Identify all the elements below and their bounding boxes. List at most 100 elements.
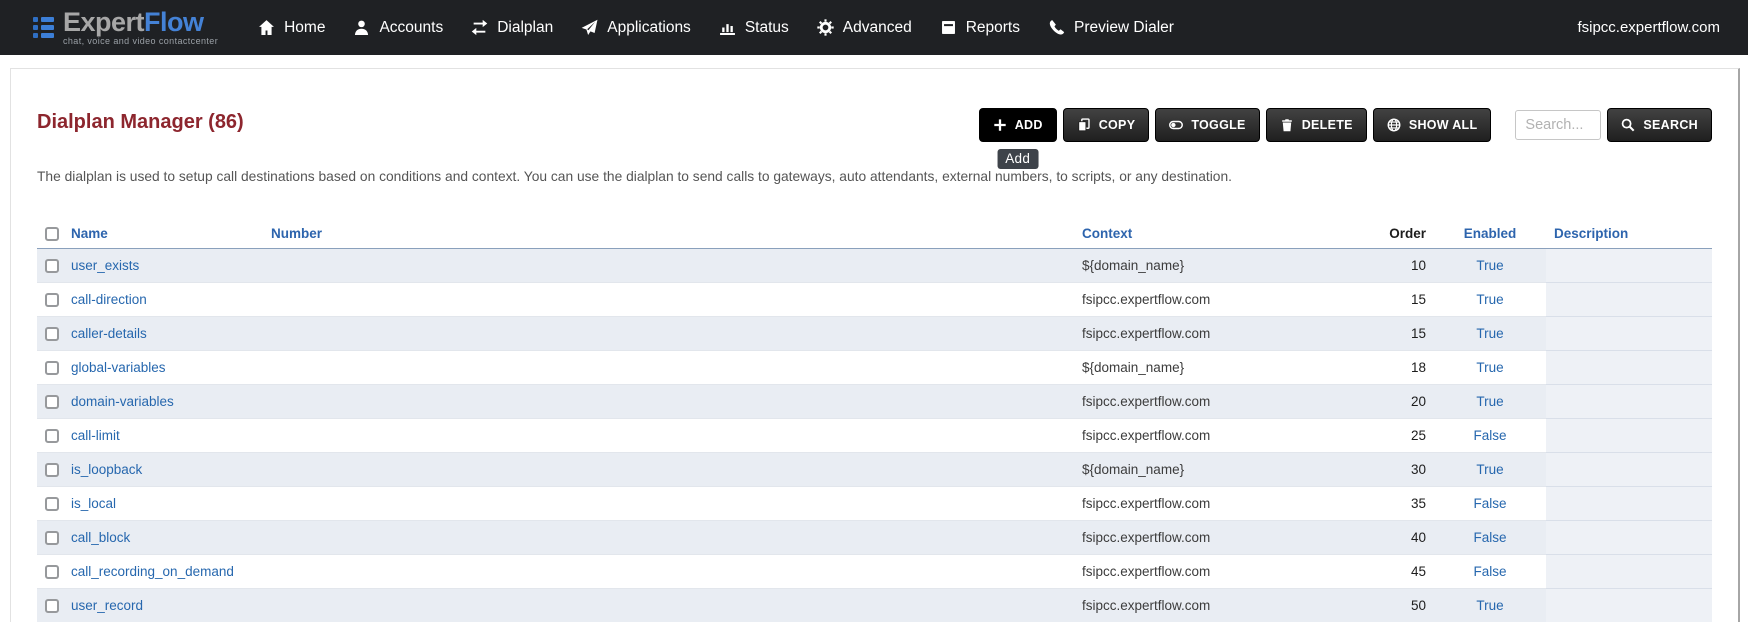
expertflow-logo-icon [33, 17, 54, 38]
row-checkbox[interactable] [45, 463, 59, 477]
context-cell: fsipcc.expertflow.com [1074, 589, 1372, 622]
copy-button[interactable]: COPY [1063, 108, 1150, 142]
row-checkbox[interactable] [45, 565, 59, 579]
description-cell [1546, 589, 1712, 622]
enabled-cell: True [1434, 453, 1546, 487]
row-checkbox[interactable] [45, 259, 59, 273]
dialplan-name-link[interactable]: call_recording_on_demand [71, 564, 234, 579]
dialplan-name-link[interactable]: global-variables [71, 360, 166, 375]
name-cell: user_exists [63, 249, 263, 283]
enabled-cell: True [1434, 283, 1546, 317]
name-cell: call-direction [63, 283, 263, 317]
enabled-link[interactable]: True [1476, 292, 1503, 307]
order-cell: 40 [1372, 521, 1434, 555]
nav-item-preview-dialer[interactable]: Preview Dialer [1048, 19, 1174, 37]
enabled-link[interactable]: True [1476, 462, 1503, 477]
nav-item-accounts[interactable]: Accounts [353, 19, 443, 37]
number-cell [263, 351, 1074, 385]
order-cell: 10 [1372, 249, 1434, 283]
search-icon [1621, 118, 1635, 132]
context-cell: fsipcc.expertflow.com [1074, 521, 1372, 555]
table-row: call_recording_on_demand fsipcc.expertfl… [37, 555, 1712, 589]
enabled-cell: True [1434, 317, 1546, 351]
nav-item-dialplan[interactable]: Dialplan [471, 19, 553, 37]
description-cell [1546, 419, 1712, 453]
name-cell: global-variables [63, 351, 263, 385]
dialplan-name-link[interactable]: caller-details [71, 326, 147, 341]
enabled-link[interactable]: False [1473, 530, 1506, 545]
brand-tagline: chat, voice and video contactcenter [63, 36, 218, 46]
nav-item-reports[interactable]: Reports [940, 19, 1020, 37]
enabled-link[interactable]: True [1476, 394, 1503, 409]
number-cell [263, 419, 1074, 453]
row-checkbox[interactable] [45, 599, 59, 613]
table-row: caller-details fsipcc.expertflow.com 15 … [37, 317, 1712, 351]
dialplan-table-body: user_exists ${domain_name} 10 True call-… [37, 249, 1712, 622]
enabled-link[interactable]: True [1476, 258, 1503, 273]
header-number: Number [263, 219, 1074, 249]
order-cell: 35 [1372, 487, 1434, 521]
row-checkbox[interactable] [45, 395, 59, 409]
dialplan-name-link[interactable]: is_loopback [71, 462, 142, 477]
content-card: Dialplan Manager (86) ADD Add COPY TOGGL… [10, 68, 1740, 622]
name-cell: user_record [63, 589, 263, 622]
toggle-button[interactable]: TOGGLE [1155, 108, 1259, 142]
dialplan-name-link[interactable]: user_record [71, 598, 143, 613]
context-cell: fsipcc.expertflow.com [1074, 419, 1372, 453]
search-input[interactable] [1515, 110, 1601, 140]
enabled-link[interactable]: True [1476, 326, 1503, 341]
applications-paper-plane-icon [581, 19, 598, 36]
description-cell [1546, 249, 1712, 283]
row-checkbox[interactable] [45, 293, 59, 307]
enabled-link[interactable]: True [1476, 360, 1503, 375]
add-button[interactable]: ADD Add [979, 108, 1057, 142]
enabled-cell: False [1434, 419, 1546, 453]
dialplan-name-link[interactable]: call-limit [71, 428, 120, 443]
search-button[interactable]: SEARCH [1607, 108, 1712, 142]
row-checkbox[interactable] [45, 361, 59, 375]
delete-button[interactable]: DELETE [1266, 108, 1367, 142]
page-header: Dialplan Manager (86) ADD Add COPY TOGGL… [37, 99, 1712, 142]
dialplan-name-link[interactable]: call-direction [71, 292, 147, 307]
row-checkbox[interactable] [45, 497, 59, 511]
current-domain[interactable]: fsipcc.expertflow.com [1577, 19, 1720, 36]
table-row: global-variables ${domain_name} 18 True [37, 351, 1712, 385]
row-checkbox-cell [37, 555, 63, 589]
row-checkbox-cell [37, 453, 63, 487]
row-checkbox[interactable] [45, 327, 59, 341]
row-checkbox-cell [37, 351, 63, 385]
order-cell: 15 [1372, 283, 1434, 317]
table-row: domain-variables fsipcc.expertflow.com 2… [37, 385, 1712, 419]
table-row: is_local fsipcc.expertflow.com 35 False [37, 487, 1712, 521]
nav-item-home[interactable]: Home [258, 19, 325, 37]
enabled-link[interactable]: True [1476, 598, 1503, 613]
header-context: Context [1074, 219, 1372, 249]
context-cell: ${domain_name} [1074, 453, 1372, 487]
select-all-checkbox[interactable] [45, 227, 59, 241]
dialplan-name-link[interactable]: user_exists [71, 258, 139, 273]
expertflow-logo[interactable]: ExpertFlow chat, voice and video contact… [33, 9, 218, 46]
number-cell [263, 487, 1074, 521]
enabled-link[interactable]: False [1473, 564, 1506, 579]
nav-item-applications[interactable]: Applications [581, 19, 691, 37]
enabled-link[interactable]: False [1473, 428, 1506, 443]
context-cell: fsipcc.expertflow.com [1074, 555, 1372, 589]
nav-item-status[interactable]: Status [719, 19, 789, 37]
name-cell: domain-variables [63, 385, 263, 419]
dialplan-name-link[interactable]: domain-variables [71, 394, 174, 409]
row-checkbox[interactable] [45, 429, 59, 443]
row-checkbox[interactable] [45, 531, 59, 545]
name-cell: call_block [63, 521, 263, 555]
dialplan-name-link[interactable]: call_block [71, 530, 130, 545]
name-cell: call_recording_on_demand [63, 555, 263, 589]
table-row: call-direction fsipcc.expertflow.com 15 … [37, 283, 1712, 317]
header-order: Order [1372, 219, 1434, 249]
nav-item-advanced[interactable]: Advanced [817, 19, 912, 37]
enabled-link[interactable]: False [1473, 496, 1506, 511]
row-checkbox-cell [37, 589, 63, 622]
name-cell: call-limit [63, 419, 263, 453]
dialplan-name-link[interactable]: is_local [71, 496, 116, 511]
description-cell [1546, 283, 1712, 317]
row-checkbox-cell [37, 487, 63, 521]
show-all-button[interactable]: SHOW ALL [1373, 108, 1492, 142]
